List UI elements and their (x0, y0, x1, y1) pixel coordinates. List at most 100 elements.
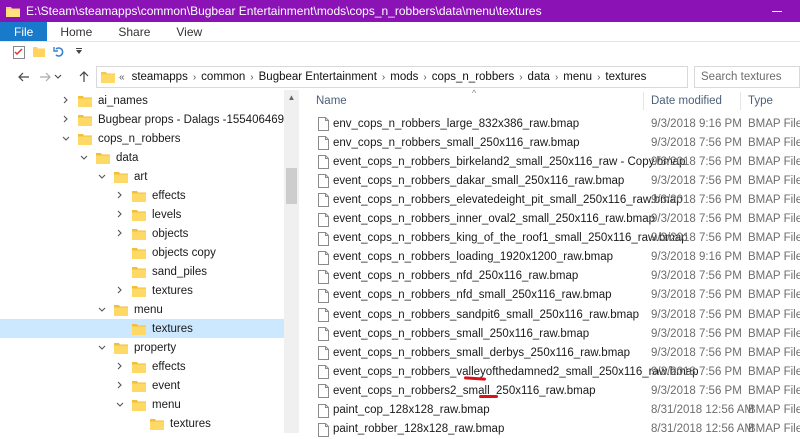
file-date: 9/3/2018 7:56 PM (651, 136, 742, 149)
file-date: 9/3/2018 7:56 PM (651, 174, 742, 187)
tree-item-label: art (134, 170, 148, 183)
file-row[interactable]: event_cops_n_robbers_sandpit6_small_250x… (300, 305, 800, 324)
tree-item[interactable]: textures (114, 281, 193, 300)
tab-share[interactable]: Share (105, 22, 163, 41)
chevron-right-icon[interactable] (60, 96, 72, 106)
tree-item[interactable]: textures (132, 414, 211, 433)
recent-locations-button[interactable] (52, 66, 64, 88)
tree-item-label: cops_n_robbers (98, 132, 181, 145)
breadcrumb-textures[interactable]: textures (600, 71, 651, 83)
folder-icon (132, 399, 146, 411)
tree-item-label: textures (152, 284, 193, 297)
file-row[interactable]: env_cops_n_robbers_small_250x116_raw.bma… (300, 133, 800, 152)
address-bar[interactable]: « steamapps › common › Bugbear Entertainme… (96, 66, 688, 88)
file-row[interactable]: event_cops_n_robbers_small_250x116_raw.b… (300, 324, 800, 343)
tree-item[interactable]: sand_piles (114, 262, 207, 281)
tree-item[interactable]: objects copy (114, 243, 216, 262)
file-type: BMAP File (748, 174, 800, 187)
file-type: BMAP File (748, 289, 800, 302)
file-row[interactable]: event_cops_n_robbers_inner_oval2_small_2… (300, 210, 800, 229)
chevron-right-icon[interactable] (114, 381, 126, 391)
file-row[interactable]: event_cops_n_robbers_loading_1920x1200_r… (300, 248, 800, 267)
back-button[interactable] (14, 66, 34, 88)
column-date-modified[interactable]: Date modified (651, 95, 722, 107)
tab-home[interactable]: Home (47, 22, 105, 41)
tree-item[interactable]: data (78, 148, 138, 167)
up-button[interactable] (74, 66, 94, 88)
tree-item[interactable]: event (114, 376, 180, 395)
file-row[interactable]: event_cops_n_robbers_valleyofthedamned2_… (300, 362, 800, 381)
file-row[interactable]: event_cops_n_robbers2_small_250x116_raw.… (300, 381, 800, 400)
breadcrumb-steamapps[interactable]: steamapps (127, 71, 193, 83)
tree-item[interactable]: art (96, 167, 147, 186)
file-row[interactable]: event_cops_n_robbers_nfd_250x116_raw.bma… (300, 267, 800, 286)
search-box[interactable] (694, 66, 800, 88)
chevron-down-icon[interactable] (96, 172, 108, 182)
file-icon (318, 269, 329, 284)
file-type: BMAP File (748, 327, 800, 340)
column-name[interactable]: Name (316, 95, 347, 107)
file-icon (318, 384, 329, 399)
window-title: E:\Steam\steamapps\common\Bugbear Entert… (26, 4, 542, 18)
file-row[interactable]: event_cops_n_robbers_nfd_small_250x116_r… (300, 286, 800, 305)
customize-toolbar-button[interactable] (72, 45, 86, 59)
tree-item[interactable]: textures (0, 319, 284, 338)
tree-item[interactable]: effects (114, 357, 186, 376)
breadcrumb-mods[interactable]: mods (385, 71, 423, 83)
scroll-thumb[interactable] (286, 168, 297, 204)
file-date: 9/3/2018 7:56 PM (651, 327, 742, 340)
column-divider[interactable] (643, 92, 644, 110)
undo-button[interactable] (52, 45, 66, 59)
file-row[interactable]: event_cops_n_robbers_king_of_the_roof1_s… (300, 229, 800, 248)
file-row[interactable]: event_cops_n_robbers_small_derbys_250x11… (300, 343, 800, 362)
file-row[interactable]: event_cops_n_robbers_birkeland2_small_25… (300, 152, 800, 171)
chevron-right-icon[interactable] (60, 115, 72, 125)
folder-icon (101, 72, 115, 83)
tree-item[interactable]: cops_n_robbers (60, 129, 180, 148)
chevron-right-icon[interactable] (114, 362, 126, 372)
tree-item[interactable]: Bugbear props - Dalags -1554064696 (60, 110, 290, 129)
file-row[interactable]: event_cops_n_robbers_dakar_small_250x116… (300, 171, 800, 190)
file-type: BMAP File (748, 193, 800, 206)
file-row[interactable]: paint_robber_128x128_raw.bmap 8/31/2018 1… (300, 420, 800, 439)
breadcrumb-cops-n-robbers[interactable]: cops_n_robbers (427, 71, 519, 83)
chevron-down-icon[interactable] (114, 400, 126, 410)
file-row[interactable]: event_cops_n_robbers_elevatedeight_pit_s… (300, 190, 800, 209)
nav-scrollbar[interactable]: ▲ (284, 90, 299, 433)
breadcrumb-data[interactable]: data (523, 71, 555, 83)
chevron-down-icon[interactable] (78, 153, 90, 163)
address-overflow[interactable]: « (119, 72, 125, 83)
file-type: BMAP File (748, 213, 800, 225)
tab-view[interactable]: View (163, 22, 215, 41)
column-divider[interactable] (740, 92, 741, 110)
file-row[interactable]: env_cops_n_robbers_large_832x386_raw.bma… (300, 114, 800, 133)
search-input[interactable] (701, 71, 799, 83)
file-date: 9/3/2018 7:56 PM (651, 365, 742, 378)
properties-button[interactable] (12, 45, 26, 59)
scroll-up-icon[interactable]: ▲ (284, 90, 299, 104)
folder-icon (114, 342, 128, 354)
chevron-down-icon[interactable] (96, 343, 108, 353)
breadcrumb-common[interactable]: common (196, 71, 250, 83)
chevron-right-icon[interactable] (114, 229, 126, 239)
tree-item[interactable]: menu (114, 395, 181, 414)
chevron-right-icon[interactable] (114, 191, 126, 201)
breadcrumb-menu[interactable]: menu (558, 71, 597, 83)
tree-item[interactable]: ai_names (60, 91, 148, 110)
tree-item[interactable]: objects (114, 224, 188, 243)
tab-file[interactable]: File (0, 22, 48, 41)
file-row[interactable]: paint_cop_128x128_raw.bmap 8/31/2018 12:5… (300, 401, 800, 420)
tree-item[interactable]: levels (114, 205, 181, 224)
chevron-right-icon[interactable] (114, 286, 126, 296)
tree-item[interactable]: menu (96, 300, 163, 319)
tree-item[interactable]: property (96, 338, 176, 357)
tree-item[interactable]: effects (114, 186, 186, 205)
column-type[interactable]: Type (748, 95, 773, 107)
minimize-button[interactable] (754, 0, 800, 22)
breadcrumb-bugbear[interactable]: Bugbear Entertainment (254, 71, 382, 83)
new-folder-button[interactable] (32, 45, 46, 59)
chevron-down-icon[interactable] (60, 134, 72, 144)
chevron-right-icon[interactable] (114, 210, 126, 220)
chevron-down-icon[interactable] (96, 305, 108, 315)
file-name: event_cops_n_robbers_birkeland2_small_25… (333, 155, 686, 168)
